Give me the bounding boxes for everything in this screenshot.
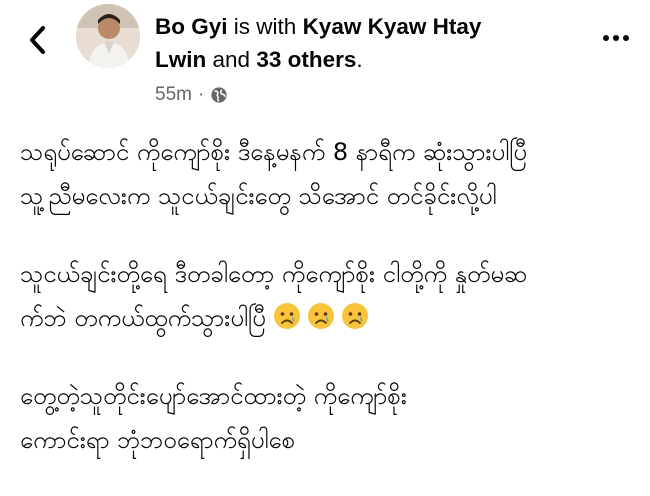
post-paragraph: သရုပ်ဆောင် ကိုကျော်စိုး ဒီနေ့မနက် 8 နာရီ… bbox=[20, 130, 640, 218]
post-time[interactable]: 55m bbox=[155, 84, 192, 106]
post-line: သရုပ်ဆောင် ကိုကျော်စိုး ဒီနေ့မနက် 8 နာရီ… bbox=[20, 138, 527, 166]
post-line-text: က်ဘဲ တကယ်ထွက်သွားပါပြီ bbox=[20, 304, 266, 332]
tagged-name[interactable]: Kyaw Kyaw Htay bbox=[303, 14, 482, 39]
separator-dot: · bbox=[197, 84, 205, 105]
more-options-button[interactable] bbox=[596, 26, 636, 50]
post-line: က်ဘဲ တကယ်ထွက်သွားပါပြီ bbox=[20, 296, 640, 340]
period: . bbox=[356, 47, 363, 72]
and-text: and bbox=[212, 47, 251, 72]
tagged-name-cont[interactable]: Lwin bbox=[155, 47, 206, 72]
post-line: သူ့ညီမလေးက သူငယ်ချင်းတွေ သိအောင် တင်ခိုင… bbox=[20, 182, 497, 210]
crying-face-icon bbox=[308, 303, 335, 329]
post-line: ကောင်းရာ ဘုံဘဝရောက်ရှိပါစေ bbox=[20, 426, 296, 454]
author-name[interactable]: Bo Gyi bbox=[155, 14, 228, 39]
crying-face-icon bbox=[274, 303, 301, 329]
post-paragraph: တွေ့တဲ့သူတိုင်းပျော်အောင်ထားတဲ့ ကိုကျော်… bbox=[20, 374, 640, 462]
crying-face-icon bbox=[342, 303, 369, 329]
avatar[interactable] bbox=[76, 4, 140, 68]
globe-icon bbox=[211, 87, 227, 103]
chevron-left-icon bbox=[30, 26, 45, 54]
post-line: သူငယ်ချင်းတို့ရေ ဒီတခါတော့ ကိုကျော်စိုး … bbox=[20, 260, 528, 288]
post-body: သရုပ်ဆောင် ကိုကျော်စိုး ဒီနေ့မနက် 8 နာရီ… bbox=[20, 130, 640, 496]
post-paragraph: သူငယ်ချင်းတို့ရေ ဒီတခါတော့ ကိုကျော်စိုး … bbox=[20, 252, 640, 340]
post-header: Bo Gyi is with Kyaw Kyaw Htay Lwin and 3… bbox=[0, 0, 650, 120]
back-button[interactable] bbox=[20, 20, 56, 60]
more-dots-icon bbox=[603, 35, 629, 41]
post-meta: Bo Gyi is with Kyaw Kyaw Htay Lwin and 3… bbox=[155, 10, 575, 76]
others-link[interactable]: 33 others bbox=[256, 47, 356, 72]
post-subtitle: 55m · bbox=[155, 84, 228, 106]
post-line: တွေ့တဲ့သူတိုင်းပျော်အောင်ထားတဲ့ ကိုကျော်… bbox=[20, 382, 407, 410]
with-text: is with bbox=[233, 14, 297, 39]
